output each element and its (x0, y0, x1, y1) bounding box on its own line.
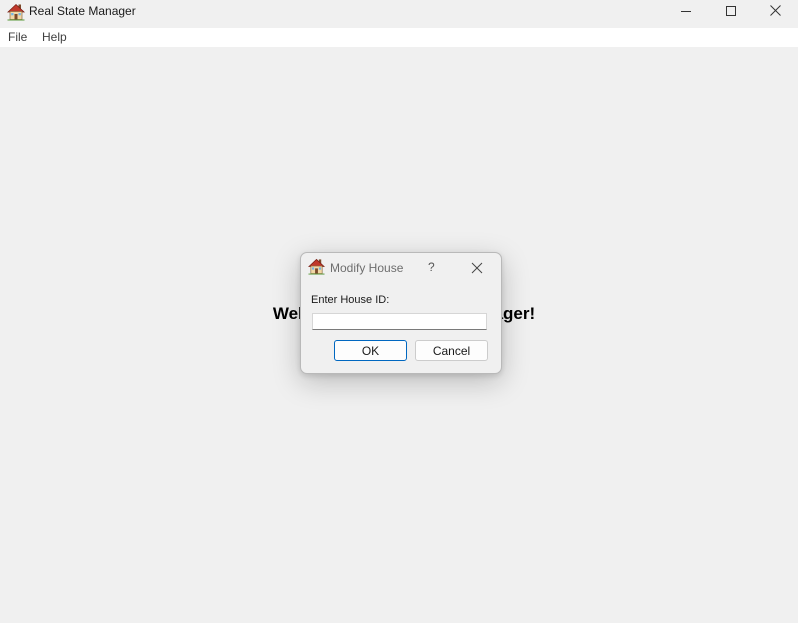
menu-bar: File Help (0, 28, 798, 47)
title-bar: Real State Manager (0, 0, 798, 24)
ok-button[interactable]: OK (334, 340, 407, 361)
menu-file[interactable]: File (8, 30, 27, 44)
maximize-icon (726, 3, 736, 21)
minimize-icon (681, 3, 691, 21)
cancel-button[interactable]: Cancel (415, 340, 488, 361)
minimize-button[interactable] (663, 0, 709, 24)
house-icon (307, 258, 326, 275)
menu-help[interactable]: Help (42, 30, 67, 44)
house-id-label: Enter House ID: (311, 294, 390, 306)
close-icon (471, 261, 483, 278)
close-button[interactable] (752, 0, 798, 24)
dialog-close-button[interactable] (471, 261, 483, 274)
window-title: Real State Manager (29, 4, 136, 18)
close-icon (769, 3, 781, 21)
house-id-input[interactable] (312, 313, 487, 330)
dialog-help-button[interactable]: ? (428, 260, 435, 274)
dialog-title: Modify House (330, 261, 404, 275)
house-icon (6, 3, 26, 21)
maximize-button[interactable] (708, 0, 754, 24)
modify-house-dialog: Modify House ? Enter House ID: OK Cancel (300, 252, 502, 374)
